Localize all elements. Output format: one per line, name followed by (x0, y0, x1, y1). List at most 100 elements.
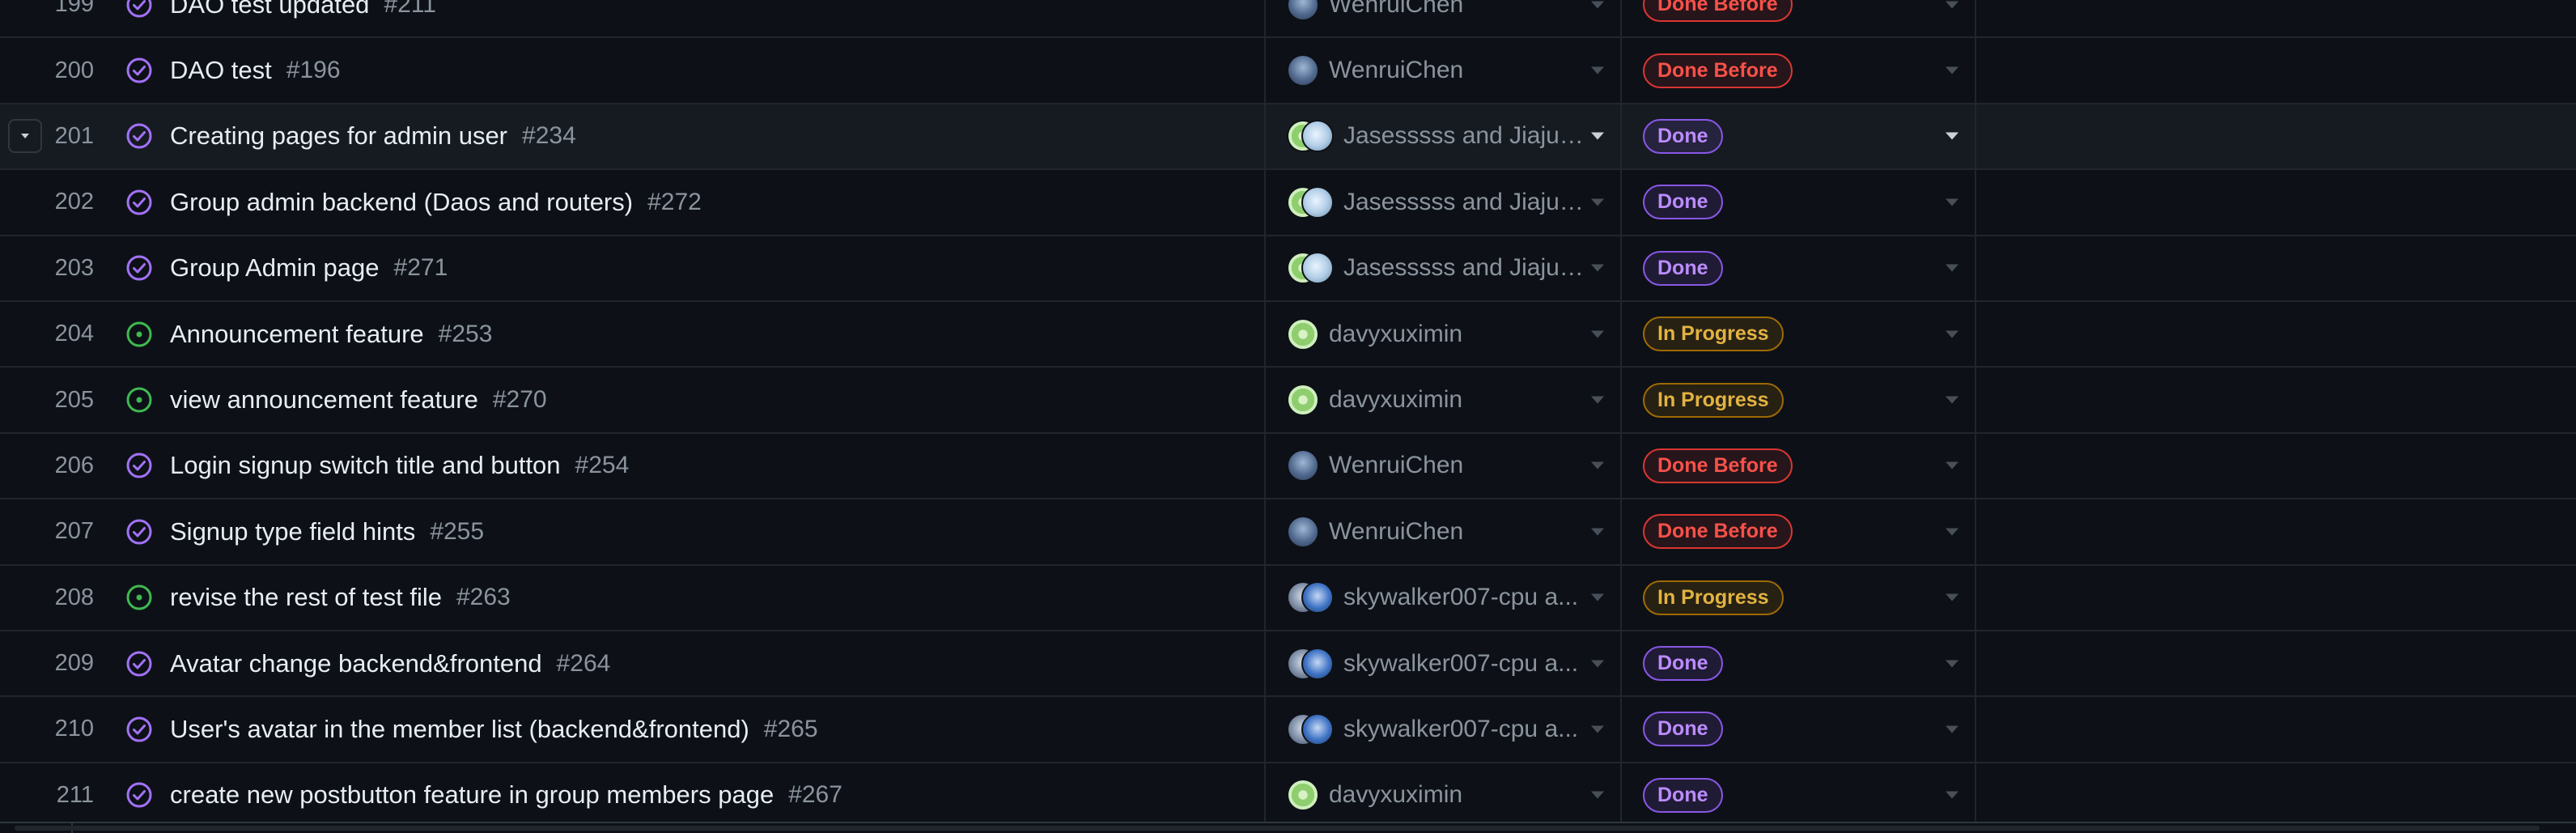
empty-cell[interactable] (1976, 697, 2576, 761)
status-cell[interactable]: Done (1622, 236, 1976, 300)
status-cell[interactable]: Done (1622, 697, 1976, 762)
assignees-cell[interactable]: Jasesssss and Jiajun... (1266, 104, 1622, 169)
assignees-cell[interactable]: skywalker007-cpu a... (1266, 697, 1622, 762)
issue-title-link[interactable]: Group admin backend (Daos and routers) (170, 188, 633, 217)
status-cell[interactable]: Done Before (1622, 0, 1976, 37)
chevron-down-icon[interactable] (1946, 330, 1959, 338)
chevron-down-icon[interactable] (1591, 725, 1604, 733)
chevron-down-icon[interactable] (1591, 461, 1604, 470)
title-cell[interactable]: Signup type field hints #255 (113, 499, 1266, 564)
chevron-down-icon[interactable] (1946, 660, 1959, 668)
issue-title-link[interactable]: Login signup switch title and button (170, 451, 561, 480)
chevron-down-icon[interactable] (1946, 396, 1959, 404)
table-row[interactable]: 208 revise the rest of test file #263 sk… (0, 565, 2576, 631)
table-row[interactable]: 210 User's avatar in the member list (ba… (0, 697, 2576, 763)
assignees-cell[interactable]: Jasesssss and Jiajun... (1266, 236, 1622, 300)
status-cell[interactable]: Done Before (1622, 499, 1976, 564)
chevron-down-icon[interactable] (1591, 593, 1604, 601)
table-row[interactable]: 205 view announcement feature #270 davyx… (0, 368, 2576, 434)
title-cell[interactable]: User's avatar in the member list (backen… (113, 697, 1266, 762)
table-row[interactable]: 202 Group admin backend (Daos and router… (0, 170, 2576, 236)
assignees-cell[interactable]: davyxuximin (1266, 368, 1622, 432)
table-row[interactable]: 199 DAO test updated #211 WenruiChen Don… (0, 0, 2576, 39)
table-row[interactable]: 209 Avatar change backend&frontend #264 … (0, 631, 2576, 698)
assignees-cell[interactable]: Jasesssss and Jiajun... (1266, 170, 1622, 235)
title-cell[interactable]: Creating pages for admin user #234 (113, 104, 1266, 169)
title-cell[interactable]: Group admin backend (Daos and routers) #… (113, 170, 1266, 235)
title-cell[interactable]: Group Admin page #271 (113, 236, 1266, 300)
assignees-cell[interactable]: davyxuximin (1266, 763, 1622, 828)
issue-title-link[interactable]: User's avatar in the member list (backen… (170, 715, 749, 744)
status-cell[interactable]: Done Before (1622, 38, 1976, 103)
chevron-down-icon[interactable] (1946, 593, 1959, 601)
table-row[interactable]: 207 Signup type field hints #255 WenruiC… (0, 499, 2576, 566)
empty-cell[interactable] (1976, 0, 2576, 36)
chevron-down-icon[interactable] (1946, 528, 1959, 536)
title-cell[interactable]: Announcement feature #253 (113, 301, 1266, 367)
table-row[interactable]: 204 Announcement feature #253 davyxuximi… (0, 301, 2576, 368)
chevron-down-icon[interactable] (1591, 132, 1604, 140)
chevron-down-icon[interactable] (1591, 198, 1604, 206)
title-cell[interactable]: Login signup switch title and button #25… (113, 433, 1266, 499)
issue-title-link[interactable]: Group Admin page (170, 253, 380, 283)
empty-cell[interactable] (1976, 302, 2576, 366)
empty-cell[interactable] (1976, 434, 2576, 498)
empty-cell[interactable] (1976, 104, 2576, 168)
chevron-down-icon[interactable] (1946, 461, 1959, 470)
assignees-cell[interactable]: WenruiChen (1266, 38, 1622, 103)
empty-cell[interactable] (1976, 38, 2576, 102)
issue-title-link[interactable]: Announcement feature (170, 320, 424, 349)
assignees-cell[interactable]: davyxuximin (1266, 301, 1622, 367)
chevron-down-icon[interactable] (1946, 264, 1959, 272)
status-cell[interactable]: Done Before (1622, 433, 1976, 499)
issue-title-link[interactable]: Creating pages for admin user (170, 121, 507, 151)
row-menu-button[interactable] (8, 119, 42, 154)
chevron-down-icon[interactable] (1946, 725, 1959, 733)
title-cell[interactable]: create new postbutton feature in group m… (113, 763, 1266, 828)
status-cell[interactable]: Done (1622, 631, 1976, 696)
table-row[interactable]: 201 Creating pages for admin user #234 J… (0, 104, 2576, 171)
chevron-down-icon[interactable] (1946, 1, 1959, 9)
empty-cell[interactable] (1976, 368, 2576, 431)
empty-cell[interactable] (1976, 170, 2576, 234)
table-row[interactable]: 203 Group Admin page #271 Jasesssss and … (0, 236, 2576, 302)
status-cell[interactable]: Done (1622, 763, 1976, 828)
status-cell[interactable]: In Progress (1622, 301, 1976, 367)
chevron-down-icon[interactable] (1591, 264, 1604, 272)
title-cell[interactable]: Avatar change backend&frontend #264 (113, 631, 1266, 696)
chevron-down-icon[interactable] (1591, 1, 1604, 9)
chevron-down-icon[interactable] (1591, 396, 1604, 404)
issue-title-link[interactable]: DAO test (170, 56, 272, 85)
assignees-cell[interactable]: WenruiChen (1266, 433, 1622, 499)
issue-title-link[interactable]: DAO test updated (170, 0, 369, 19)
assignees-cell[interactable]: WenruiChen (1266, 0, 1622, 37)
empty-cell[interactable] (1976, 236, 2576, 300)
status-cell[interactable]: In Progress (1622, 368, 1976, 432)
chevron-down-icon[interactable] (1946, 66, 1959, 74)
issue-title-link[interactable]: Avatar change backend&frontend (170, 649, 542, 678)
scrollbar-thumb[interactable] (15, 826, 2540, 831)
chevron-down-icon[interactable] (1946, 791, 1959, 799)
title-cell[interactable]: DAO test updated #211 (113, 0, 1266, 37)
chevron-down-icon[interactable] (1591, 660, 1604, 668)
table-row[interactable]: 206 Login signup switch title and button… (0, 433, 2576, 500)
chevron-down-icon[interactable] (1591, 66, 1604, 74)
issue-title-link[interactable]: revise the rest of test file (170, 583, 442, 612)
title-cell[interactable]: revise the rest of test file #263 (113, 565, 1266, 630)
title-cell[interactable]: view announcement feature #270 (113, 368, 1266, 432)
assignees-cell[interactable]: skywalker007-cpu a... (1266, 631, 1622, 696)
assignees-cell[interactable]: WenruiChen (1266, 499, 1622, 564)
assignees-cell[interactable]: skywalker007-cpu a... (1266, 565, 1622, 630)
status-cell[interactable]: Done (1622, 170, 1976, 235)
empty-cell[interactable] (1976, 763, 2576, 827)
empty-cell[interactable] (1976, 566, 2576, 630)
issue-title-link[interactable]: Signup type field hints (170, 517, 415, 546)
title-cell[interactable]: DAO test #196 (113, 38, 1266, 103)
chevron-down-icon[interactable] (1591, 528, 1604, 536)
chevron-down-icon[interactable] (1946, 132, 1959, 140)
empty-cell[interactable] (1976, 631, 2576, 695)
table-row[interactable]: 200 DAO test #196 WenruiChen Done Before (0, 38, 2576, 104)
horizontal-scrollbar[interactable] (0, 822, 2576, 833)
issue-title-link[interactable]: view announcement feature (170, 385, 478, 414)
status-cell[interactable]: Done (1622, 104, 1976, 169)
